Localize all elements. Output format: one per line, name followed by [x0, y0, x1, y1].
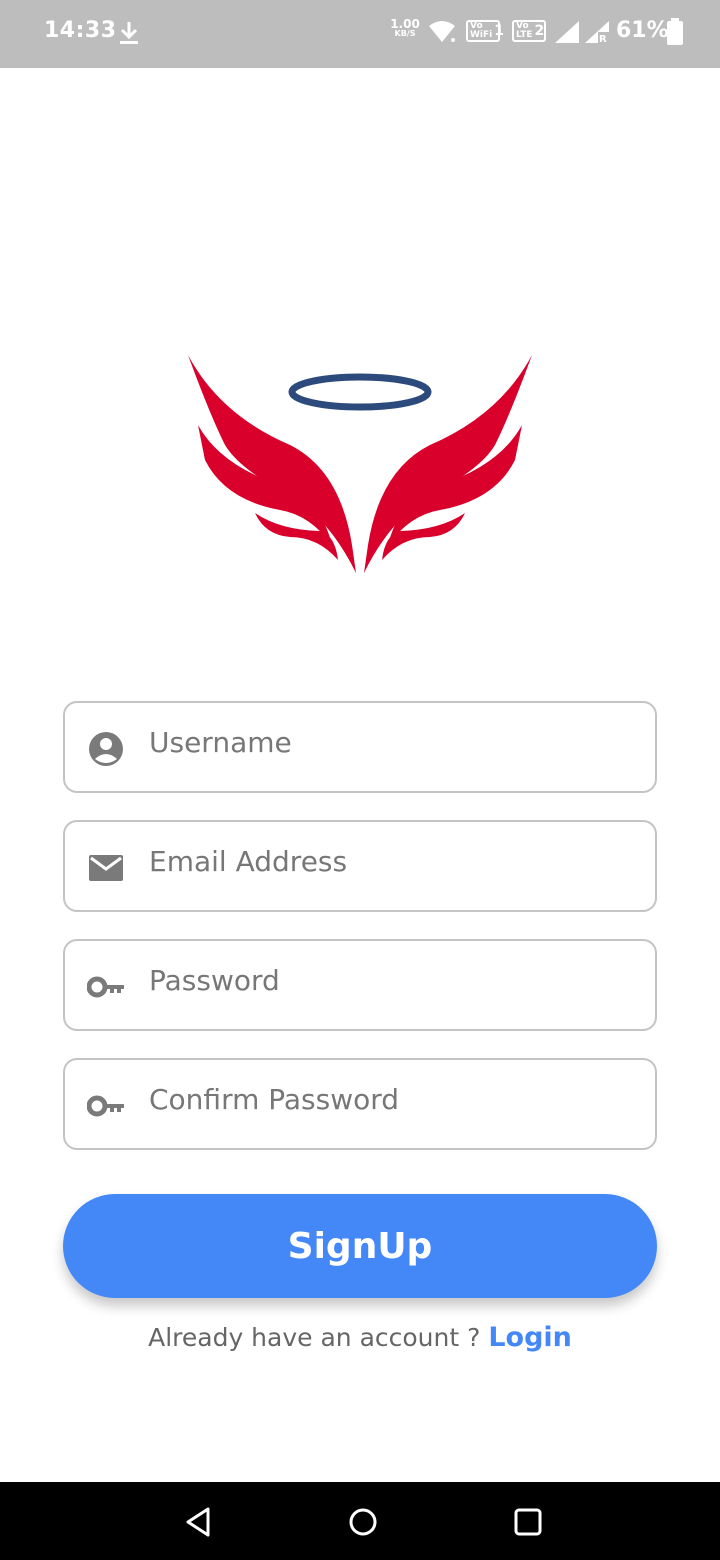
- battery-percent: 61%: [616, 18, 669, 43]
- mail-icon: [89, 855, 123, 881]
- download-icon: [120, 22, 138, 44]
- email-input[interactable]: [149, 836, 629, 886]
- signal-roaming-icon: R: [585, 21, 609, 44]
- username-field[interactable]: [63, 701, 657, 793]
- angel-wings-halo-logo: [188, 355, 532, 573]
- email-field[interactable]: [63, 820, 657, 912]
- back-icon[interactable]: [180, 1504, 216, 1540]
- password-input[interactable]: [149, 955, 629, 1005]
- status-time: 14:33: [44, 18, 117, 43]
- login-prompt: Already have an account ? Login: [0, 1322, 720, 1353]
- home-icon[interactable]: [345, 1504, 381, 1540]
- login-link[interactable]: Login: [488, 1322, 572, 1353]
- svg-text:R: R: [599, 34, 607, 44]
- key-icon: [87, 976, 124, 998]
- login-prompt-text: Already have an account ?: [148, 1323, 489, 1352]
- status-bar: 14:33 1.00 KB/S Vo WiFi 1 Vo LTE 2 R 61%: [0, 0, 720, 68]
- key-icon: [87, 1095, 124, 1117]
- username-input[interactable]: [149, 717, 629, 767]
- signup-button[interactable]: SignUp: [63, 1194, 657, 1298]
- signal-icon: [555, 21, 579, 43]
- wifi-icon: [429, 21, 455, 42]
- confirm-password-input[interactable]: [149, 1074, 629, 1124]
- vo-wifi-badge: Vo WiFi 1: [466, 20, 504, 42]
- confirm-password-field[interactable]: [63, 1058, 657, 1150]
- navigation-bar: [0, 1482, 720, 1560]
- user-icon: [89, 732, 123, 766]
- password-field[interactable]: [63, 939, 657, 1031]
- network-speed: 1.00 KB/S: [390, 17, 420, 38]
- vo-lte-badge: Vo LTE 2: [512, 20, 546, 42]
- battery-icon: [667, 18, 683, 45]
- recents-icon[interactable]: [510, 1504, 546, 1540]
